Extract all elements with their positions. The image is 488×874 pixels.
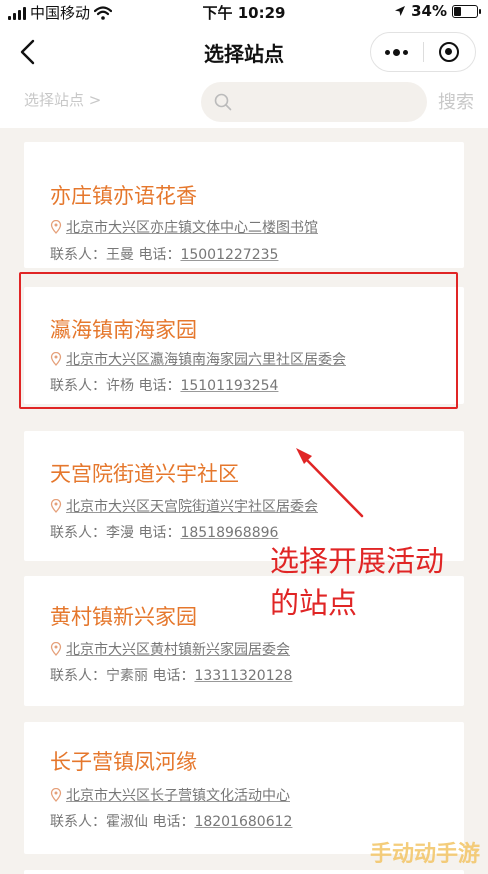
site-address[interactable]: 北京市大兴区天宫院街道兴宇社区居委会 [50,496,318,516]
location-pin-icon [50,352,62,366]
nav-bar: 选择站点 [0,24,488,82]
site-address-text: 北京市大兴区长子营镇文化活动中心 [66,788,290,804]
mini-program-capsule [370,32,476,72]
close-button[interactable] [423,33,475,71]
phone-label: 电话： [138,247,181,263]
status-bar: 中国移动 下午 10:29 34% [0,0,488,24]
phone-label: 电话： [138,525,181,541]
site-address[interactable]: 北京市大兴区亦庄镇文体中心二楼图书馆 [50,217,318,237]
site-address-text: 北京市大兴区瀛海镇南海家园六里社区居委会 [66,352,346,368]
site-name: 亦庄镇亦语花香 [50,184,197,208]
phone-label: 电话： [152,668,195,684]
phone-label: 电话： [138,378,181,394]
search-button[interactable]: 搜索 [438,88,474,114]
battery-fill [454,6,461,16]
site-address[interactable]: 北京市大兴区长子营镇文化活动中心 [50,785,290,805]
contact-name: 许杨 [106,378,134,394]
contact-label: 联系人： [50,247,106,263]
location-pin-icon [50,499,62,513]
contact-label: 联系人： [50,814,106,830]
more-button[interactable] [371,33,423,71]
contact-label: 联系人： [50,668,106,684]
status-right: 34% [394,2,481,20]
site-card[interactable]: 长子营镇凤河缘 北京市大兴区长子营镇文化活动中心 联系人：霍淑仙 电话：1820… [24,722,464,854]
contact-name: 李漫 [106,525,134,541]
target-close-icon [439,42,460,62]
site-address[interactable]: 北京市大兴区黄村镇新兴家园居委会 [50,639,290,659]
site-address[interactable]: 北京市大兴区瀛海镇南海家园六里社区居委会 [50,349,346,369]
phone-link[interactable]: 18201680612 [194,814,292,830]
location-arrow-icon [395,6,406,16]
contact-name: 王曼 [106,247,134,263]
phone-link[interactable]: 13311320128 [194,668,292,684]
site-contact: 联系人：王曼 电话：15001227235 [50,244,278,264]
contact-name: 霍淑仙 [106,814,148,830]
location-pin-icon [50,220,62,234]
site-contact: 联系人：李漫 电话：18518968896 [50,522,278,542]
site-address-text: 北京市大兴区亦庄镇文体中心二楼图书馆 [66,220,318,236]
contact-label: 联系人： [50,378,106,394]
phone-label: 电话： [152,814,195,830]
site-card[interactable]: 天宫院街道兴宇社区 北京市大兴区天宫院街道兴宇社区居委会 联系人：李漫 电话：1… [24,431,464,561]
site-name: 长子营镇凤河缘 [50,750,197,774]
site-card[interactable]: 瀛海镇南海家园 北京市大兴区瀛海镇南海家园六里社区居委会 联系人：许杨 电话：1… [24,287,464,404]
battery-icon [452,4,481,18]
battery-percent: 34% [411,2,447,20]
site-card[interactable]: 亦庄镇亦语花香 北京市大兴区亦庄镇文体中心二楼图书馆 联系人：王曼 电话：150… [24,142,464,268]
site-address-text: 北京市大兴区天宫院街道兴宇社区居委会 [66,499,318,515]
location-pin-icon [50,642,62,656]
contact-label: 联系人： [50,525,106,541]
search-row: 选择站点 > 搜索 [0,82,488,128]
site-name: 瀛海镇南海家园 [50,318,197,342]
site-address-text: 北京市大兴区黄村镇新兴家园居委会 [66,642,290,658]
contact-name: 宁素丽 [106,668,148,684]
phone-link[interactable]: 15101193254 [180,378,278,394]
site-contact: 联系人：许杨 电话：15101193254 [50,375,278,395]
phone-link[interactable]: 15001227235 [180,247,278,263]
site-card-partial[interactable] [24,870,464,874]
breadcrumb[interactable]: 选择站点 > [24,89,101,110]
site-contact: 联系人：霍淑仙 电话：18201680612 [50,811,292,831]
site-contact: 联系人：宁素丽 电话：13311320128 [50,665,292,685]
phone-link[interactable]: 18518968896 [180,525,278,541]
site-card[interactable]: 黄村镇新兴家园 北京市大兴区黄村镇新兴家园居委会 联系人：宁素丽 电话：1331… [24,576,464,706]
location-pin-icon [50,788,62,802]
site-name: 黄村镇新兴家园 [50,605,197,629]
more-dots-icon [385,48,409,56]
search-input[interactable] [201,82,427,122]
site-name: 天宫院街道兴宇社区 [50,462,239,486]
